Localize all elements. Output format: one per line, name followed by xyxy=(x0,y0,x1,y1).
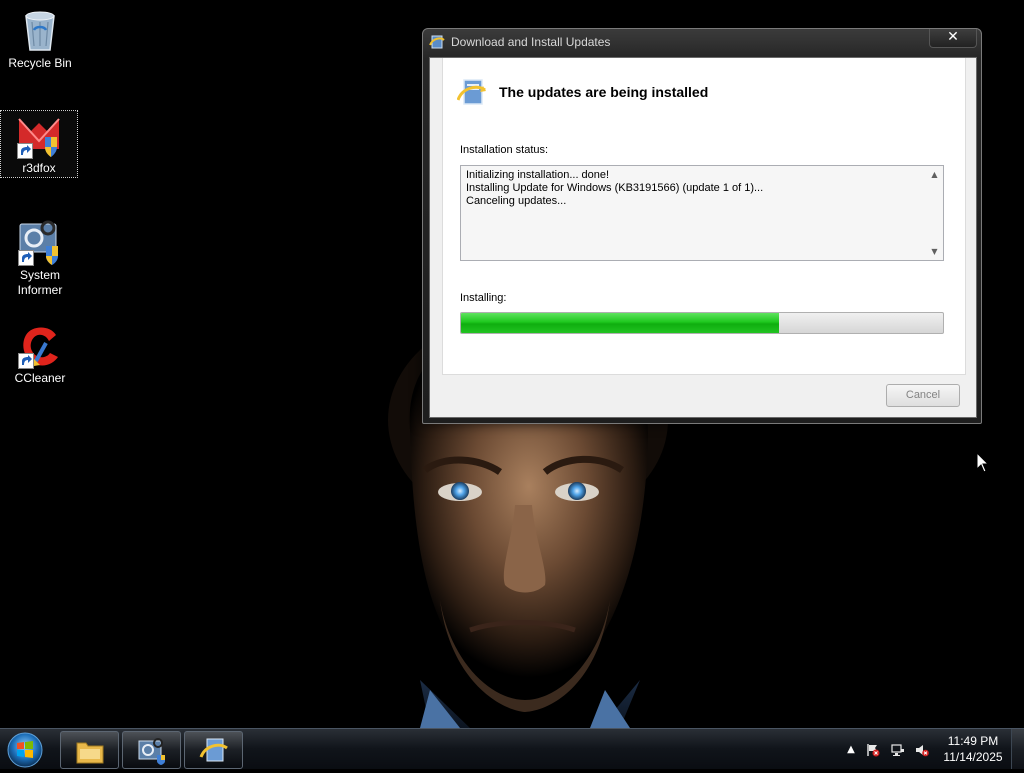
taskbar: ▲ 11:49 PM 11/14/2025 xyxy=(0,728,1024,769)
taskbar-system-informer[interactable] xyxy=(122,731,181,769)
system-informer-icon xyxy=(16,218,64,266)
content-panel: The updates are being installed Installa… xyxy=(442,58,966,375)
ccleaner-icon xyxy=(16,321,64,369)
volume-muted-icon[interactable] xyxy=(915,743,929,757)
desktop-icon-ccleaner[interactable]: CCleaner xyxy=(2,321,78,386)
status-line: Canceling updates... xyxy=(466,195,567,207)
status-line: Installing Update for Windows (KB3191566… xyxy=(466,182,764,194)
desktop-icon-label: r3dfox xyxy=(22,161,56,175)
close-button[interactable]: ✕ xyxy=(929,29,977,48)
windows-update-icon xyxy=(456,78,487,108)
status-log-scrollbar[interactable]: ▲ ▼ xyxy=(926,166,943,260)
taskbar-windows-update[interactable] xyxy=(184,731,243,769)
scroll-down-arrow-icon[interactable]: ▼ xyxy=(926,243,943,260)
shortcut-arrow-icon xyxy=(18,353,34,369)
shortcut-arrow-icon xyxy=(17,143,33,159)
desktop-icon-label: System Informer xyxy=(17,268,63,297)
installing-label: Installing: xyxy=(460,292,507,304)
scroll-up-arrow-icon[interactable]: ▲ xyxy=(926,166,943,183)
taskbar-file-explorer[interactable] xyxy=(60,731,119,769)
dialog-heading: The updates are being installed xyxy=(499,84,709,100)
show-hidden-icons-button[interactable]: ▲ xyxy=(844,743,858,757)
windows-logo-icon xyxy=(7,732,43,768)
system-informer-icon xyxy=(138,738,165,765)
window-titlebar[interactable]: Download and Install Updates ✕ xyxy=(423,29,981,55)
mouse-cursor-icon xyxy=(976,451,990,474)
download-install-updates-window[interactable]: Download and Install Updates ✕ The updat… xyxy=(422,28,982,424)
windows-update-icon xyxy=(199,738,228,762)
clock-time: 11:49 PM xyxy=(947,734,999,748)
show-desktop-button[interactable] xyxy=(1011,729,1024,769)
file-explorer-icon xyxy=(76,742,104,764)
desktop-icon-recycle-bin[interactable]: Recycle Bin xyxy=(2,6,78,71)
installation-status-label: Installation status: xyxy=(460,144,549,156)
r3dfox-icon xyxy=(15,111,63,159)
network-icon[interactable] xyxy=(891,743,905,757)
action-center-flag-icon[interactable] xyxy=(866,743,880,757)
status-line: Initializing installation... done! xyxy=(466,169,610,181)
window-title: Download and Install Updates xyxy=(451,35,611,49)
cancel-button[interactable]: Cancel xyxy=(886,384,960,407)
desktop-icon-system-informer[interactable]: System Informer xyxy=(2,218,78,298)
windows-update-icon xyxy=(429,34,445,50)
taskbar-clock[interactable]: 11:49 PM 11/14/2025 xyxy=(936,733,1010,765)
window-client-area: The updates are being installed Installa… xyxy=(429,57,977,418)
installation-status-log[interactable]: Initializing installation... done! Insta… xyxy=(460,165,944,261)
start-button[interactable] xyxy=(5,731,49,769)
desktop-icon-label: CCleaner xyxy=(14,371,66,385)
desktop-icon-label: Recycle Bin xyxy=(8,56,72,70)
recycle-bin-icon xyxy=(16,6,64,54)
shortcut-arrow-icon xyxy=(18,250,34,266)
install-progress-bar xyxy=(460,312,944,334)
desktop-icon-r3dfox[interactable]: r3dfox xyxy=(0,110,78,178)
install-progress-fill xyxy=(461,313,780,333)
clock-date: 11/14/2025 xyxy=(943,750,1003,764)
